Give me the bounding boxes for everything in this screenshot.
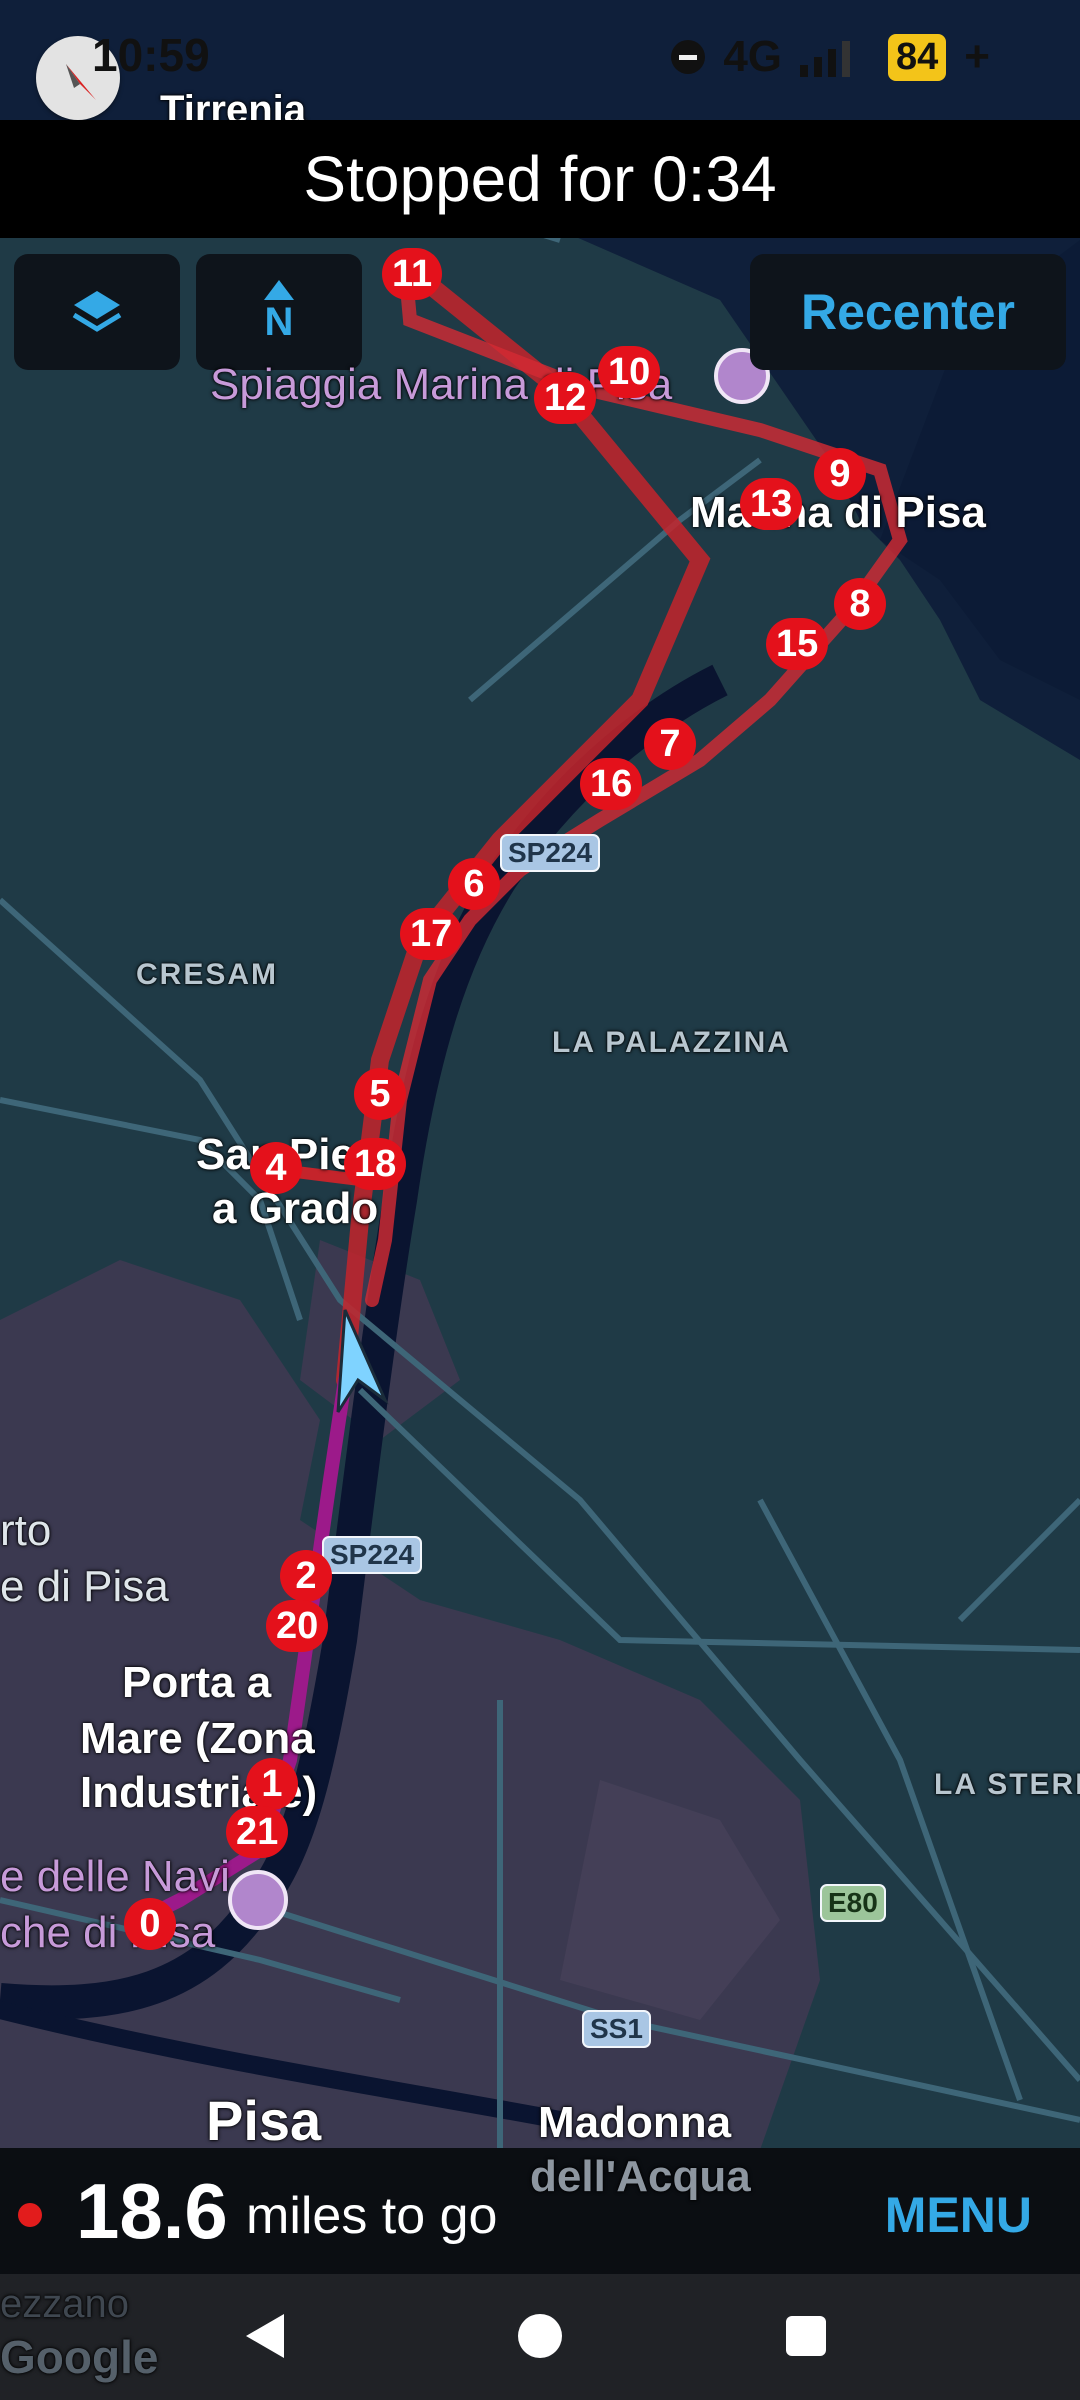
signal-icon — [800, 41, 851, 77]
place-label-ezzano: ezzano — [0, 2282, 129, 2326]
route-marker[interactable]: 9 — [814, 448, 866, 500]
north-up-button[interactable]: N — [196, 254, 362, 370]
place-label-madonna-2: dell'Acqua — [530, 2152, 751, 2201]
layers-icon — [72, 291, 122, 332]
route-marker[interactable]: 18 — [344, 1138, 407, 1190]
road-shield-sp224-south: SP224 — [322, 1536, 423, 1574]
distance-label: miles to go — [246, 2187, 498, 2245]
do-not-disturb-icon — [671, 40, 706, 74]
status-banner: Stopped for 0:34 — [0, 120, 1080, 238]
system-nav-bar — [0, 2274, 1080, 2400]
road-shield-sp224-north: SP224 — [500, 834, 601, 872]
route-marker[interactable]: 2 — [280, 1550, 332, 1602]
route-marker[interactable]: 6 — [448, 858, 500, 910]
route-marker[interactable]: 7 — [644, 718, 696, 770]
status-icons: 4G 84 + — [671, 32, 990, 82]
route-marker[interactable]: 12 — [534, 372, 597, 424]
route-marker[interactable]: 10 — [598, 346, 661, 398]
north-up-icon — [264, 279, 294, 300]
route-marker[interactable]: 5 — [354, 1068, 406, 1120]
recents-icon[interactable] — [786, 2316, 826, 2356]
distance-value: 18.6 — [76, 2167, 228, 2255]
place-label-san-piero-2: a Grado — [212, 1184, 379, 1233]
map-watermark: Google — [0, 2331, 159, 2383]
place-label-navi-1: e delle Navi — [0, 1852, 230, 1901]
place-label-porto-2: e di Pisa — [0, 1562, 169, 1611]
place-label-pisa: Pisa — [206, 2089, 322, 2152]
place-label-porta-1: Porta a — [122, 1658, 272, 1707]
home-icon[interactable] — [518, 2314, 562, 2358]
place-label-navi-2: che di Pisa — [0, 1908, 216, 1957]
place-label-porta-2: Mare (Zona — [80, 1714, 315, 1763]
route-marker[interactable]: 16 — [580, 758, 643, 810]
status-time: 10:59 — [92, 29, 210, 81]
place-label-sterpaia: LA STERP — [934, 1768, 1080, 1801]
route-marker[interactable]: 11 — [382, 248, 443, 300]
route-marker[interactable]: 0 — [124, 1898, 176, 1950]
place-label-porto-1: rto — [0, 1506, 52, 1555]
layers-button[interactable] — [14, 254, 180, 370]
route-marker[interactable]: 1 — [246, 1758, 298, 1810]
back-icon[interactable] — [246, 2314, 284, 2358]
menu-button[interactable]: MENU — [885, 2186, 1032, 2244]
battery-plus: + — [964, 32, 990, 81]
north-label: N — [264, 299, 294, 344]
recenter-button[interactable]: Recenter — [750, 254, 1066, 370]
recording-dot-icon — [18, 2203, 42, 2227]
route-marker[interactable]: 17 — [400, 908, 463, 960]
route-marker[interactable]: 13 — [740, 478, 803, 530]
place-label-madonna-1: Madonna — [538, 2098, 732, 2147]
route-marker[interactable]: 4 — [250, 1142, 302, 1194]
place-label-cresam: CRESAM — [136, 958, 279, 991]
route-marker[interactable]: 21 — [226, 1806, 289, 1858]
battery-level: 84 — [888, 33, 947, 81]
route-marker[interactable]: 8 — [834, 578, 886, 630]
network-label: 4G — [723, 32, 783, 81]
road-shield-ss1: SS1 — [582, 2010, 651, 2048]
route-marker[interactable]: 15 — [766, 618, 829, 670]
road-shield-e80: E80 — [820, 1884, 886, 1922]
route-marker[interactable]: 20 — [266, 1600, 329, 1652]
place-label-palazzina: LA PALAZZINA — [552, 1026, 791, 1059]
